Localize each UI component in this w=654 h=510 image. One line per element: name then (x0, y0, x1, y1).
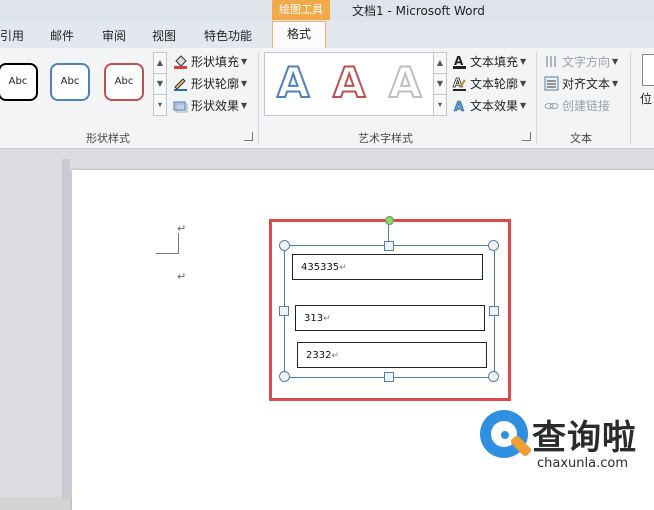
dropdown-arrow-icon: ▼ (241, 100, 248, 110)
pencil-icon (173, 76, 188, 91)
wordart-gallery-scroll[interactable]: ▲ ▼ ▾ (433, 52, 447, 116)
paragraph-mark: ↵ (331, 351, 339, 361)
resize-handle-top-left[interactable] (279, 240, 290, 251)
drawing-tools-context-label: 绘图工具 (272, 0, 330, 20)
dropdown-arrow-icon: ▼ (520, 56, 527, 66)
svg-text:A: A (454, 100, 464, 113)
paragraph-mark: ↵ (339, 263, 347, 273)
text-outline-icon: A (452, 75, 467, 91)
svg-text:A: A (454, 54, 464, 68)
tab-references[interactable]: 引用 (0, 27, 24, 44)
wordart-style-gray[interactable]: A (388, 58, 422, 108)
group-separator (536, 52, 537, 144)
position-label: 位 (640, 92, 653, 106)
shape-outline-button[interactable]: 形状轮廓 ▼ (173, 74, 247, 92)
tab-mailings[interactable]: 邮件 (50, 27, 74, 44)
tab-features[interactable]: 特色功能 (204, 27, 252, 44)
shape-style-blue[interactable]: Abc (50, 63, 90, 101)
paragraph-mark: ↵ (323, 314, 331, 324)
create-link-label: 创建链接 (562, 98, 611, 113)
wordart-style-red[interactable]: A (332, 58, 366, 108)
shape-outline-label: 形状轮廓 (191, 76, 240, 91)
textbox-1-text: 435335 (301, 262, 340, 273)
text-group-label: 文本 (570, 132, 592, 145)
wordart-style-blue[interactable]: A (276, 58, 310, 108)
dropdown-arrow-icon: ▼ (612, 56, 619, 66)
paragraph-mark: ↵ (177, 222, 187, 235)
shape-styles-group-label: 形状样式 (86, 132, 130, 145)
shape-style-gallery-scroll[interactable]: ▲ ▼ ▾ (153, 52, 167, 116)
text-effects-icon: A (452, 98, 467, 115)
position-icon[interactable] (642, 54, 654, 86)
rotation-handle[interactable] (385, 216, 394, 225)
shape-fill-button[interactable]: 形状填充 ▼ (173, 52, 247, 70)
textbox-2[interactable]: 313↵ (295, 305, 485, 331)
dropdown-arrow-icon: ▼ (241, 56, 248, 66)
shape-style-black[interactable]: Abc (0, 63, 38, 101)
text-outline-label: 文本轮廓 (470, 76, 519, 91)
resize-handle-bottom[interactable] (384, 372, 394, 382)
align-text-label: 对齐文本 (562, 76, 611, 91)
dropdown-arrow-icon: ▼ (520, 78, 527, 88)
scroll-up-icon[interactable]: ▲ (154, 53, 166, 74)
dropdown-arrow-icon: ▼ (520, 100, 527, 110)
dropdown-arrow-icon: ▼ (612, 78, 619, 88)
window-title: 文档1 - Microsoft Word (352, 4, 485, 18)
gallery-more-icon[interactable]: ▾ (434, 95, 446, 115)
text-fill-icon: A (452, 54, 467, 69)
align-text-button[interactable]: 对齐文本 ▼ (544, 74, 618, 92)
gallery-more-icon[interactable]: ▾ (154, 95, 166, 115)
create-link-button[interactable]: 创建链接 (544, 96, 610, 114)
shape-effects-icon (173, 98, 188, 113)
text-direction-icon (544, 54, 559, 69)
scroll-down-icon[interactable]: ▼ (434, 74, 446, 95)
paragraph-mark: ↵ (177, 270, 187, 283)
align-text-icon (544, 76, 559, 91)
textbox-2-text: 313 (304, 313, 324, 324)
scroll-down-icon[interactable]: ▼ (154, 74, 166, 95)
wordart-style-gallery: A A A (264, 52, 434, 116)
text-effects-label: 文本效果 (470, 98, 519, 113)
dropdown-arrow-icon: ▼ (241, 78, 248, 88)
text-direction-label: 文字方向 (562, 54, 611, 69)
ribbon: Abc Abc Abc ▲ ▼ ▾ 形状填充 ▼ 形状轮廓 ▼ 形状效果 ▼ 形… (0, 48, 654, 149)
ribbon-tab-row: 引用 邮件 审阅 视图 特色功能 格式 (0, 21, 654, 49)
link-icon (544, 98, 559, 113)
text-fill-button[interactable]: A 文本填充 ▼ (452, 52, 526, 70)
paint-bucket-icon (173, 54, 188, 69)
chaxunla-logo-icon (480, 410, 533, 458)
watermark-chinese-text: 查询啦 (532, 418, 637, 458)
wordart-styles-group-label: 艺术字样式 (358, 132, 413, 145)
watermark-url-text: chaxunla.com (537, 456, 628, 471)
margin-corner-mark (156, 233, 179, 254)
textbox-3[interactable]: 2332↵ (297, 342, 487, 368)
text-effects-button[interactable]: A 文本效果 ▼ (452, 96, 527, 115)
shape-style-red[interactable]: Abc (104, 63, 144, 101)
tab-view[interactable]: 视图 (152, 27, 176, 44)
title-bar: 绘图工具 文档1 - Microsoft Word (0, 0, 654, 22)
text-fill-label: 文本填充 (470, 54, 519, 69)
resize-handle-bottom-right[interactable] (488, 371, 499, 382)
shape-effects-button[interactable]: 形状效果 ▼ (173, 96, 247, 114)
group-separator (630, 52, 631, 144)
svg-text:A: A (453, 76, 463, 90)
text-direction-button[interactable]: 文字方向 ▼ (544, 52, 618, 70)
text-outline-button[interactable]: A 文本轮廓 ▼ (452, 74, 526, 92)
textbox-3-text: 2332 (306, 350, 332, 361)
shape-fill-label: 形状填充 (191, 54, 240, 69)
shape-effects-label: 形状效果 (191, 98, 240, 113)
group-separator (258, 52, 259, 144)
resize-handle-right[interactable] (489, 306, 499, 316)
shape-styles-dialog-launcher[interactable]: launcher (244, 132, 253, 141)
resize-handle-bottom-left[interactable] (279, 371, 290, 382)
textbox-1[interactable]: 435335↵ (292, 254, 483, 280)
tab-format[interactable]: 格式 (272, 21, 327, 48)
wordart-styles-dialog-launcher[interactable]: launcher (522, 132, 531, 141)
resize-handle-top-right[interactable] (488, 240, 499, 251)
resize-handle-left[interactable] (279, 306, 289, 316)
vertical-ruler (62, 159, 70, 499)
scroll-up-icon[interactable]: ▲ (434, 53, 446, 74)
tab-review[interactable]: 审阅 (102, 27, 126, 44)
resize-handle-top[interactable] (384, 241, 394, 251)
